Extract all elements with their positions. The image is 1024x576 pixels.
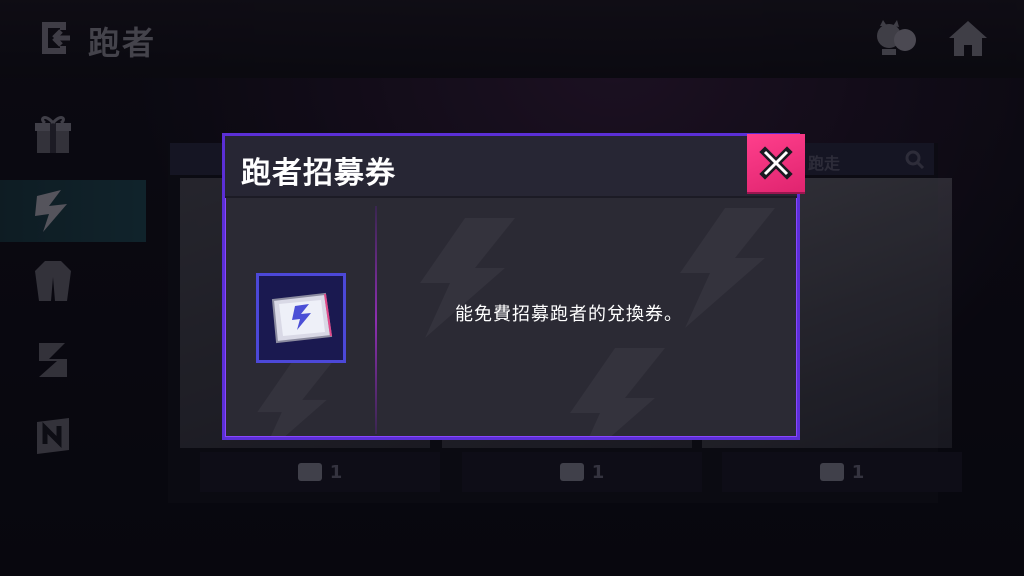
recruit-ticket-icon: [271, 292, 333, 344]
bolt-decoration-icon: [570, 348, 665, 436]
close-button[interactable]: [747, 134, 805, 192]
item-slot: [256, 273, 346, 363]
dialog-title: 跑者招募券: [241, 156, 396, 191]
vertical-divider: [375, 206, 377, 434]
item-info-dialog: 跑者招募券 能免費招募跑者的兌換券。: [222, 133, 805, 440]
dialog-header: 跑者招募券: [225, 136, 797, 198]
close-icon: [759, 146, 793, 180]
bolt-decoration-icon: [257, 358, 335, 436]
item-description: 能免費招募跑者的兌換券。: [455, 304, 683, 325]
dialog-body: 能免費招募跑者的兌換券。: [225, 198, 797, 436]
